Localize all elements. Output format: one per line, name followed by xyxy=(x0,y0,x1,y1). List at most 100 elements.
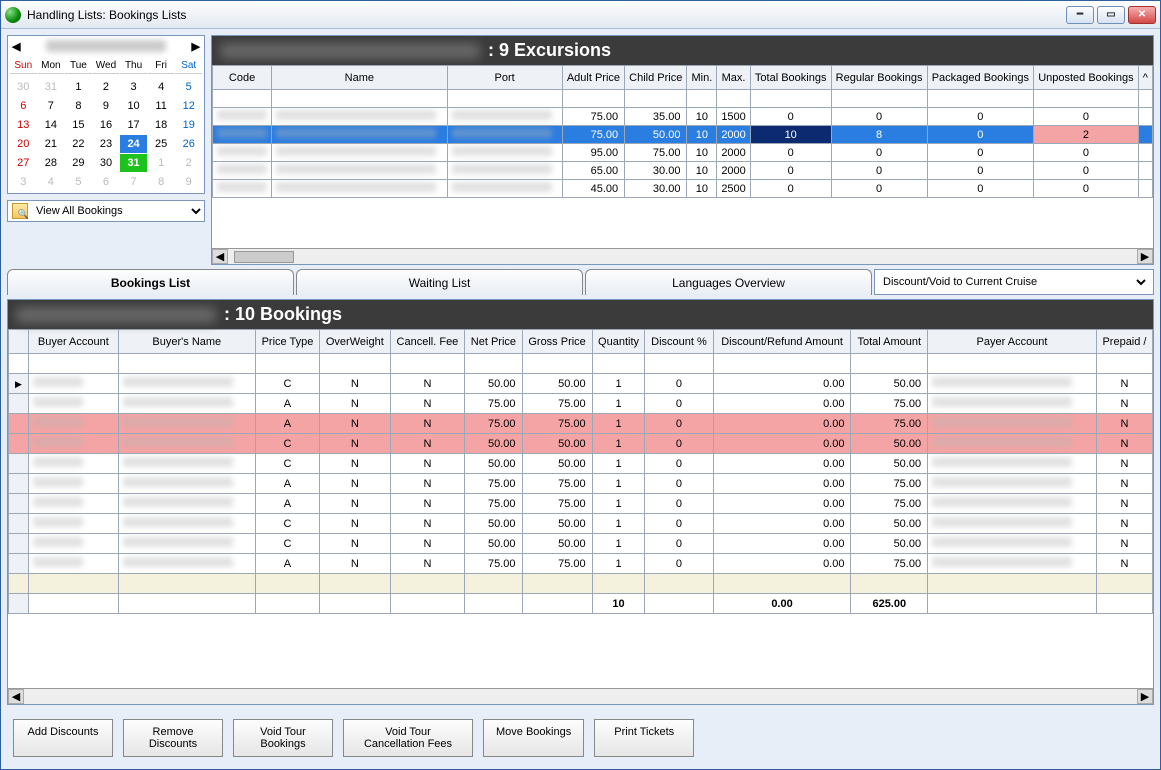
bookings-column-header[interactable]: Price Type xyxy=(255,330,319,354)
bookings-row[interactable]: CNN50.0050.00100.0050.00N xyxy=(9,434,1153,454)
calendar-prev-icon[interactable]: ◀ xyxy=(12,40,20,53)
calendar-day[interactable]: 6 xyxy=(93,173,120,191)
calendar-day[interactable]: 22 xyxy=(65,135,92,153)
bookings-row[interactable]: CNN50.0050.00100.0050.00N xyxy=(9,454,1153,474)
calendar-day[interactable]: 11 xyxy=(148,97,175,115)
remove-discounts-button[interactable]: Remove Discounts xyxy=(123,719,223,757)
calendar-day[interactable]: 9 xyxy=(93,97,120,115)
calendar-day[interactable]: 1 xyxy=(65,78,92,96)
calendar-day[interactable]: 7 xyxy=(120,173,147,191)
tab-waiting-list[interactable]: Waiting List xyxy=(296,269,583,295)
add-discounts-button[interactable]: Add Discounts xyxy=(13,719,113,757)
bookings-column-header[interactable]: Prepaid / xyxy=(1096,330,1152,354)
excursions-column-header[interactable]: ^ xyxy=(1138,66,1152,90)
bookings-column-header[interactable]: Total Amount xyxy=(851,330,928,354)
excursions-column-header[interactable]: Total Bookings xyxy=(750,66,831,90)
calendar-day[interactable]: 29 xyxy=(65,154,92,172)
calendar-day[interactable]: 28 xyxy=(38,154,65,172)
bookings-column-header[interactable]: Buyer's Name xyxy=(118,330,255,354)
calendar-day[interactable]: 3 xyxy=(10,173,37,191)
bookings-row[interactable]: CNN50.0050.00100.0050.00N xyxy=(9,514,1153,534)
calendar-day[interactable]: 5 xyxy=(65,173,92,191)
calendar-day[interactable]: 2 xyxy=(93,78,120,96)
excursions-column-header[interactable]: Min. xyxy=(687,66,717,90)
calendar-day[interactable]: 18 xyxy=(148,116,175,134)
close-button[interactable]: ✕ xyxy=(1128,6,1156,24)
calendar-day[interactable]: 23 xyxy=(93,135,120,153)
bookings-row[interactable]: ANN75.0075.00100.0075.00N xyxy=(9,554,1153,574)
view-selector[interactable]: View All Bookings xyxy=(7,200,205,222)
calendar-day[interactable]: 25 xyxy=(148,135,175,153)
scroll-right-icon[interactable]: ▶ xyxy=(1137,689,1153,704)
scroll-left-icon[interactable]: ◀ xyxy=(8,689,24,704)
calendar-day[interactable]: 21 xyxy=(38,135,65,153)
bookings-row[interactable]: ANN75.0075.00100.0075.00N xyxy=(9,494,1153,514)
calendar-day[interactable]: 5 xyxy=(175,78,202,96)
bookings-row[interactable]: CNN50.0050.00100.0050.00N xyxy=(9,534,1153,554)
calendar-day[interactable]: 14 xyxy=(38,116,65,134)
calendar-day[interactable]: 9 xyxy=(175,173,202,191)
excursions-column-header[interactable]: Name xyxy=(272,66,447,90)
calendar-day[interactable]: 8 xyxy=(65,97,92,115)
calendar-day[interactable]: 15 xyxy=(65,116,92,134)
bookings-column-header[interactable]: Cancell. Fee xyxy=(390,330,465,354)
calendar-day[interactable]: 3 xyxy=(120,78,147,96)
calendar-day[interactable]: 27 xyxy=(10,154,37,172)
bookings-row[interactable]: ANN75.0075.00100.0075.00N xyxy=(9,414,1153,434)
scroll-left-icon[interactable]: ◀ xyxy=(212,249,228,264)
excursions-row[interactable]: 95.0075.001020000000 xyxy=(213,144,1153,162)
bookings-column-header[interactable]: Gross Price xyxy=(522,330,592,354)
calendar-next-icon[interactable]: ▶ xyxy=(192,40,200,53)
view-selector-dropdown[interactable]: View All Bookings xyxy=(32,204,204,218)
minimize-button[interactable]: ━ xyxy=(1066,6,1094,24)
bookings-column-header[interactable]: Net Price xyxy=(465,330,522,354)
excursions-row[interactable]: 75.0035.001015000000 xyxy=(213,108,1153,126)
calendar-day[interactable]: 4 xyxy=(38,173,65,191)
excursions-column-header[interactable]: Port xyxy=(447,66,562,90)
calendar-day[interactable]: 19 xyxy=(175,116,202,134)
calendar-day[interactable]: 8 xyxy=(148,173,175,191)
bookings-row[interactable]: CNN50.0050.00100.0050.00N xyxy=(9,374,1153,394)
discount-scope-dropdown[interactable]: Discount/Void to Current Cruise xyxy=(874,269,1154,295)
excursions-column-header[interactable]: Unposted Bookings xyxy=(1034,66,1139,90)
calendar-day[interactable]: 4 xyxy=(148,78,175,96)
excursions-column-header[interactable]: Packaged Bookings xyxy=(927,66,1033,90)
bookings-hscroll[interactable]: ◀ ▶ xyxy=(8,688,1153,704)
calendar-day[interactable]: 17 xyxy=(120,116,147,134)
tab-languages-overview[interactable]: Languages Overview xyxy=(585,269,872,295)
calendar-day[interactable]: 1 xyxy=(148,154,175,172)
calendar-day[interactable]: 30 xyxy=(93,154,120,172)
tab-bookings-list[interactable]: Bookings List xyxy=(7,269,294,295)
excursions-row[interactable]: 45.0030.001025000000 xyxy=(213,180,1153,198)
bookings-row[interactable]: ANN75.0075.00100.0075.00N xyxy=(9,394,1153,414)
excursions-column-header[interactable]: Max. xyxy=(717,66,751,90)
bookings-table[interactable]: Buyer AccountBuyer's NamePrice TypeOverW… xyxy=(8,329,1153,614)
bookings-column-header[interactable]: Buyer Account xyxy=(29,330,119,354)
bookings-row[interactable]: ANN75.0075.00100.0075.00N xyxy=(9,474,1153,494)
calendar-day[interactable]: 31 xyxy=(38,78,65,96)
calendar-day[interactable]: 26 xyxy=(175,135,202,153)
calendar-day[interactable]: 24 xyxy=(120,135,147,153)
calendar-day[interactable]: 20 xyxy=(10,135,37,153)
void-cancellation-fees-button[interactable]: Void Tour Cancellation Fees xyxy=(343,719,473,757)
bookings-column-header[interactable]: Quantity xyxy=(592,330,645,354)
calendar-day[interactable]: 31 xyxy=(120,154,147,172)
bookings-column-header[interactable]: OverWeight xyxy=(320,330,391,354)
discount-scope-select[interactable]: Discount/Void to Current Cruise xyxy=(879,275,1149,289)
calendar-day[interactable]: 13 xyxy=(10,116,37,134)
scroll-right-icon[interactable]: ▶ xyxy=(1137,249,1153,264)
excursions-column-header[interactable]: Child Price xyxy=(625,66,687,90)
bookings-column-header[interactable] xyxy=(9,330,29,354)
bookings-column-header[interactable]: Payer Account xyxy=(928,330,1097,354)
excursions-hscroll[interactable]: ◀ ▶ xyxy=(212,248,1153,264)
calendar-day[interactable]: 7 xyxy=(38,97,65,115)
move-bookings-button[interactable]: Move Bookings xyxy=(483,719,584,757)
bookings-column-header[interactable]: Discount/Refund Amount xyxy=(713,330,851,354)
calendar-day[interactable]: 12 xyxy=(175,97,202,115)
calendar-day[interactable]: 2 xyxy=(175,154,202,172)
print-tickets-button[interactable]: Print Tickets xyxy=(594,719,694,757)
calendar-day[interactable]: 10 xyxy=(120,97,147,115)
excursions-row[interactable]: 75.0050.0010200010802 xyxy=(213,126,1153,144)
calendar-day[interactable]: 16 xyxy=(93,116,120,134)
void-tour-bookings-button[interactable]: Void Tour Bookings xyxy=(233,719,333,757)
